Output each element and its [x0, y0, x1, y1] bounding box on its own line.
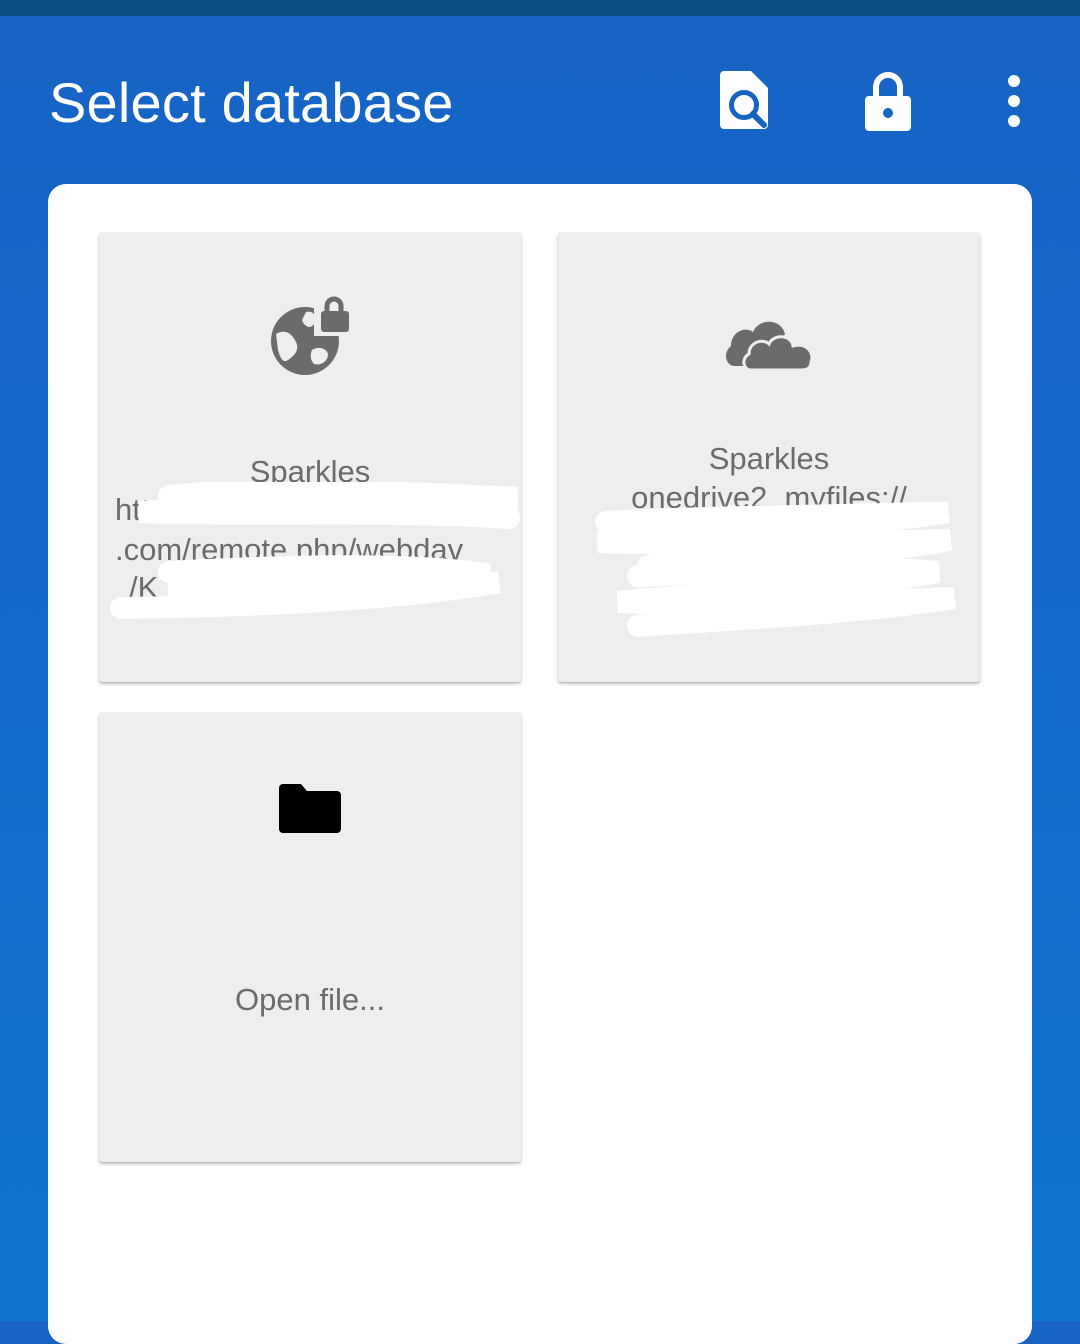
- webdav-globe-lock-icon: [99, 294, 521, 384]
- open-file-label: Open file...: [235, 982, 385, 1017]
- search-file-button[interactable]: [708, 66, 780, 136]
- database-path-line: /K: [129, 570, 159, 605]
- database-path-line: htt: [115, 492, 150, 527]
- lock-button[interactable]: [852, 66, 924, 136]
- more-options-button[interactable]: [990, 66, 1038, 136]
- database-card-webdav[interactable]: Sparkles htt .com/remote.php/webdav /K: [99, 232, 521, 682]
- database-path-line: .com/remote.php/webdav: [115, 532, 464, 567]
- database-panel: Sparkles htt .com/remote.php/webdav /K S…: [48, 184, 1032, 1344]
- database-path-line: onedrive2_myfiles://: [631, 480, 907, 515]
- lock-icon: [865, 72, 911, 131]
- database-name: Sparkles: [249, 454, 371, 489]
- more-vert-icon: [1008, 75, 1020, 127]
- open-file-card[interactable]: Open file...: [99, 712, 521, 1162]
- page-title: Select database: [49, 71, 454, 134]
- redaction-scribble: [595, 502, 956, 637]
- database-name: Sparkles: [708, 441, 830, 476]
- database-card-onedrive[interactable]: Sparkles onedrive2_myfiles://: [558, 232, 980, 682]
- file-search-icon: [720, 71, 768, 129]
- status-bar: [0, 0, 1080, 16]
- onedrive-cloud-icon: [558, 312, 980, 372]
- folder-icon: [99, 784, 521, 834]
